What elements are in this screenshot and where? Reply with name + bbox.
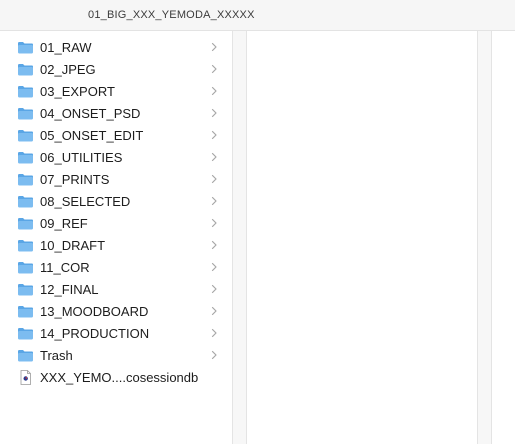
folder-icon xyxy=(18,239,33,251)
chevron-right-icon xyxy=(211,262,217,272)
folder-icon xyxy=(18,41,33,53)
chevron-right-icon xyxy=(211,196,217,206)
chevron-right-icon xyxy=(211,284,217,294)
folder-icon xyxy=(18,283,33,295)
item-label: 07_PRINTS xyxy=(40,171,110,187)
folder-icon xyxy=(18,217,33,229)
list-item-xxx-yemo-cosessiondb[interactable]: XXX_YEMO....cosessiondb xyxy=(2,366,232,388)
item-label: 05_ONSET_EDIT xyxy=(40,127,144,143)
list-item-10-draft[interactable]: 10_DRAFT xyxy=(2,234,232,256)
item-label: Trash xyxy=(40,347,73,363)
list-item-02-jpeg[interactable]: 02_JPEG xyxy=(2,58,232,80)
item-label: 13_MOODBOARD xyxy=(40,303,149,319)
list-item-trash[interactable]: Trash xyxy=(2,344,232,366)
folder-icon xyxy=(18,173,33,185)
folder-icon xyxy=(18,151,33,163)
list-item-09-ref[interactable]: 09_REF xyxy=(2,212,232,234)
item-label: 01_RAW xyxy=(40,39,92,55)
list-item-12-final[interactable]: 12_FINAL xyxy=(2,278,232,300)
folder-icon xyxy=(18,195,33,207)
item-label: 11_COR xyxy=(40,259,90,275)
item-label: 04_ONSET_PSD xyxy=(40,105,141,121)
list-item-11-cor[interactable]: 11_COR xyxy=(2,256,232,278)
item-label: XXX_YEMO....cosessiondb xyxy=(40,369,199,385)
folder-icon xyxy=(18,107,33,119)
chevron-right-icon xyxy=(211,240,217,250)
item-label: 12_FINAL xyxy=(40,281,99,297)
folder-icon xyxy=(18,327,33,339)
session-file-icon xyxy=(20,369,31,385)
folder-icon xyxy=(18,63,33,75)
column-divider xyxy=(246,31,247,444)
list-item-06-utilities[interactable]: 06_UTILITIES xyxy=(2,146,232,168)
chevron-right-icon xyxy=(211,218,217,228)
item-label: 06_UTILITIES xyxy=(40,149,123,165)
item-label: 09_REF xyxy=(40,215,88,231)
chevron-right-icon xyxy=(211,350,217,360)
item-label: 03_EXPORT xyxy=(40,83,115,99)
chevron-right-icon xyxy=(211,174,217,184)
chevron-right-icon xyxy=(211,152,217,162)
column-gap xyxy=(478,31,491,444)
folder-icon xyxy=(18,305,33,317)
list-item-07-prints[interactable]: 07_PRINTS xyxy=(2,168,232,190)
list-item-04-onset-psd[interactable]: 04_ONSET_PSD xyxy=(2,102,232,124)
chevron-right-icon xyxy=(211,130,217,140)
column-title: 01_BIG_XXX_YEMODA_XXXXX xyxy=(88,9,255,21)
item-label: 10_DRAFT xyxy=(40,237,106,253)
folder-icon xyxy=(18,129,33,141)
file-list-column: 01_RAW 02_JPEG 03_EXPORT 04_ONSET_PSD 05_ONS… xyxy=(2,36,232,388)
list-item-14-production[interactable]: 14_PRODUCTION xyxy=(2,322,232,344)
item-label: 02_JPEG xyxy=(40,61,96,77)
chevron-right-icon xyxy=(211,64,217,74)
chevron-right-icon xyxy=(211,86,217,96)
column-gap xyxy=(233,31,246,444)
chevron-right-icon xyxy=(211,42,217,52)
chevron-right-icon xyxy=(211,306,217,316)
item-label: 08_SELECTED xyxy=(40,193,131,209)
column-divider xyxy=(491,31,492,444)
folder-icon xyxy=(18,85,33,97)
finder-column-view: 01_BIG_XXX_YEMODA_XXXXX 01_RAW 02_JPEG 03_… xyxy=(0,0,515,444)
chevron-right-icon xyxy=(211,328,217,338)
folder-icon xyxy=(18,261,33,273)
list-item-08-selected[interactable]: 08_SELECTED xyxy=(2,190,232,212)
list-item-03-export[interactable]: 03_EXPORT xyxy=(2,80,232,102)
folder-icon xyxy=(18,349,33,361)
item-label: 14_PRODUCTION xyxy=(40,325,150,341)
list-item-05-onset-edit[interactable]: 05_ONSET_EDIT xyxy=(2,124,232,146)
column-header: 01_BIG_XXX_YEMODA_XXXXX xyxy=(0,0,515,31)
list-item-13-moodboard[interactable]: 13_MOODBOARD xyxy=(2,300,232,322)
chevron-right-icon xyxy=(211,108,217,118)
list-item-01-raw[interactable]: 01_RAW xyxy=(2,36,232,58)
